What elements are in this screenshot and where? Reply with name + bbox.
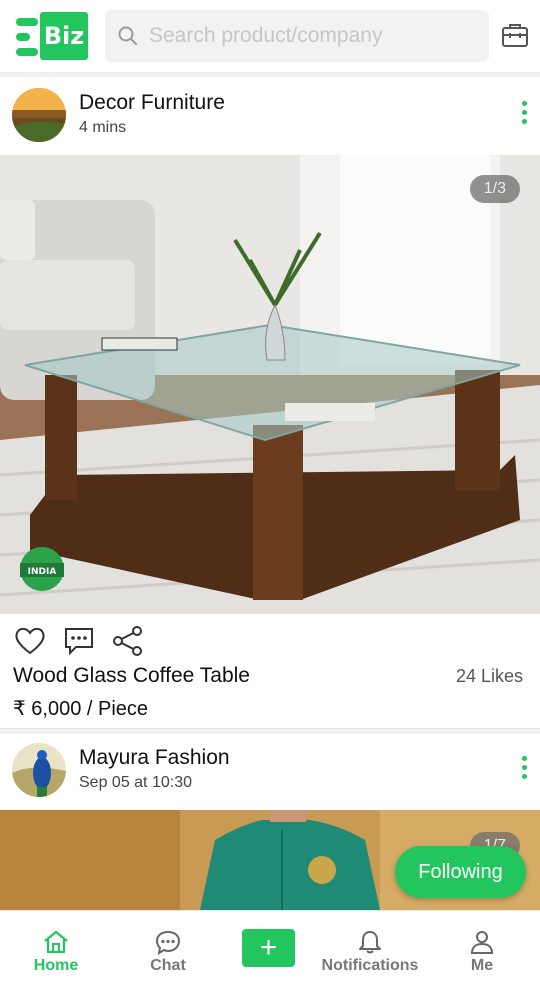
avatar[interactable] — [12, 88, 66, 142]
logo-text: Biz — [40, 12, 88, 60]
app-logo[interactable]: Biz — [16, 12, 88, 60]
home-icon — [44, 930, 68, 954]
author-name[interactable]: Mayura Fashion — [79, 746, 230, 770]
share-icon[interactable] — [111, 624, 145, 658]
briefcase-icon[interactable] — [500, 20, 530, 50]
comment-icon[interactable] — [62, 624, 96, 658]
menu-icon[interactable] — [16, 18, 40, 56]
nav-label: Chat — [150, 957, 186, 974]
nav-label: Home — [33, 957, 79, 974]
add-post-button[interactable]: + — [242, 929, 295, 967]
coffee-table-image: INDIA — [0, 155, 540, 614]
top-bar: Biz — [0, 0, 540, 72]
author-name[interactable]: Decor Furniture — [79, 91, 225, 115]
post-actions — [0, 614, 540, 670]
product-price: ₹ 6,000 / Piece — [13, 698, 149, 720]
post-time: Sep 05 at 10:30 — [79, 774, 192, 791]
image-counter: 1/3 — [469, 175, 520, 203]
plus-icon: + — [259, 931, 278, 964]
nav-home[interactable]: Home — [30, 911, 82, 991]
post-header: Decor Furniture 4 mins — [0, 77, 540, 155]
nav-label: Notifications — [321, 957, 419, 974]
more-options-icon[interactable] — [520, 101, 528, 125]
post-time: 4 mins — [79, 119, 127, 136]
person-icon — [470, 931, 494, 954]
avatar[interactable] — [12, 743, 66, 797]
likes-count[interactable]: 24 Likes — [456, 666, 523, 687]
search-input[interactable] — [149, 10, 479, 62]
made-in-india-badge: INDIA — [28, 567, 57, 577]
following-button[interactable]: Following — [395, 846, 526, 898]
nav-notifications[interactable]: Notifications — [318, 911, 422, 991]
heart-icon[interactable] — [13, 624, 47, 658]
chat-icon — [155, 930, 181, 955]
more-options-icon[interactable] — [520, 756, 528, 780]
bell-icon — [359, 931, 381, 954]
product-image[interactable]: INDIA 1/3 — [0, 155, 540, 614]
product-title[interactable]: Wood Glass Coffee Table — [13, 664, 250, 688]
search-icon — [118, 26, 138, 46]
nav-label: Me — [470, 957, 494, 974]
post-header: Mayura Fashion Sep 05 at 10:30 — [0, 734, 540, 810]
search-bar[interactable] — [105, 10, 489, 62]
nav-me[interactable]: Me — [462, 911, 502, 991]
nav-chat[interactable]: Chat — [144, 911, 192, 991]
bottom-nav: Home Chat + Notifications Me — [0, 910, 540, 991]
